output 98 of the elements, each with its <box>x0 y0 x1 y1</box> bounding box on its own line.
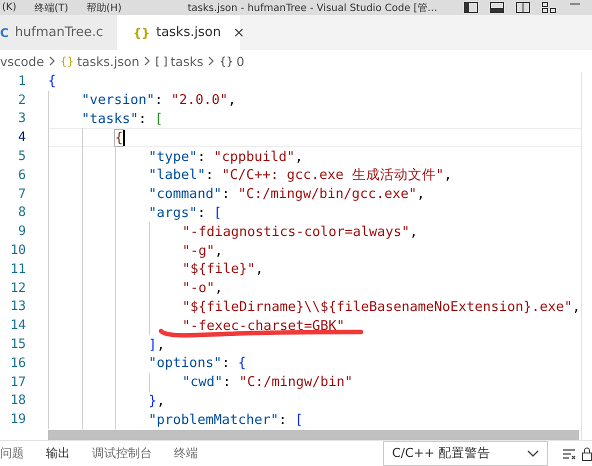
json-key: "options" <box>148 355 222 372</box>
line-number: 10 <box>9 243 26 258</box>
line-number: 9 <box>17 224 26 240</box>
json-string: "C/C++: gcc.exe 生成活动文件" <box>222 166 444 184</box>
bracket-icon: [ ] <box>155 54 168 68</box>
line-number: 19 <box>9 412 26 428</box>
json-key: "command" <box>148 186 222 202</box>
text-cursor <box>123 130 126 146</box>
json-key: "label" <box>148 167 206 184</box>
braces-icon: {} <box>219 54 234 68</box>
menu-item[interactable]: (K) <box>2 2 16 13</box>
json-string: "C:/mingw/bin" <box>238 374 353 390</box>
punctuation: : <box>222 355 230 372</box>
json-string: "-fexec-charset=GBK" <box>182 318 345 334</box>
punctuation: : <box>197 204 206 221</box>
json-key: "version" <box>82 92 155 108</box>
line-number: 14 <box>9 318 26 334</box>
punctuation: , <box>416 186 425 202</box>
line-number: 17 <box>9 374 26 390</box>
output-channel-dropdown[interactable]: C/C++ 配置警告 <box>383 441 548 466</box>
panel-tab[interactable]: 调试控制台 <box>92 445 152 462</box>
punctuation: : <box>154 92 163 108</box>
json-file-icon: {} <box>133 26 150 40</box>
json-key: "problemMatcher" <box>148 412 279 428</box>
line-number: 3 <box>17 111 26 126</box>
window-title: tasks.json - hufmanTree - Visual Studio Code [管… <box>188 2 438 14</box>
json-key: "tasks" <box>82 110 138 127</box>
json-string: "${fileDirname}\\${fileBasenameNoExtension}.exe" <box>182 298 572 315</box>
punctuation: , <box>228 92 236 108</box>
line-number: 13 <box>9 299 26 314</box>
c-file-icon: C <box>0 26 9 40</box>
line-number: 11 <box>9 262 26 277</box>
horizontal-scrollbar[interactable] <box>48 430 579 440</box>
line-number: 5 <box>17 149 26 164</box>
line-number: 2 <box>17 92 26 108</box>
line-number: 8 <box>17 205 26 220</box>
breadcrumb-item[interactable]: tasks <box>170 54 204 68</box>
breadcrumb-item[interactable]: tasks.json <box>77 54 140 68</box>
line-number: 18 <box>9 393 26 408</box>
punctuation: , <box>214 242 223 259</box>
lock-icon[interactable] <box>582 446 592 460</box>
bracket: [ <box>154 110 163 127</box>
clear-list-icon[interactable] <box>562 446 576 460</box>
json-string: "-o" <box>182 280 215 296</box>
line-number: 6 <box>17 168 26 183</box>
breadcrumb-item[interactable]: 0 <box>236 54 244 68</box>
line-number: 1 <box>17 74 26 89</box>
sidebar-layout-icon[interactable] <box>464 2 478 13</box>
bracket: [ <box>214 204 222 221</box>
panel-tab[interactable]: 问题 <box>0 445 24 462</box>
braces-icon: {} <box>60 54 74 68</box>
line-number: 7 <box>17 186 26 202</box>
json-string: "-g" <box>182 242 215 259</box>
line-number: 16 <box>9 356 26 371</box>
punctuation: , <box>214 280 223 296</box>
punctuation: : <box>278 412 287 428</box>
punctuation: : <box>222 186 230 202</box>
editor-tab[interactable]: C hufmanTree.c <box>0 15 117 50</box>
bracket: { <box>238 355 246 372</box>
punctuation: , <box>444 167 452 184</box>
split-layout-icon[interactable] <box>516 2 530 13</box>
json-key: "cwd" <box>182 374 223 390</box>
punctuation: : <box>222 374 231 390</box>
punctuation: , <box>572 298 580 315</box>
menu-item[interactable]: 终端(T) <box>34 0 68 14</box>
punctuation: : <box>205 167 214 184</box>
chevron-icon[interactable] <box>48 56 56 66</box>
bracket: { <box>115 130 124 146</box>
json-string: "2.0.0" <box>170 92 228 108</box>
punctuation: , <box>156 336 165 353</box>
punctuation: : <box>138 110 147 127</box>
line-number: 4 <box>17 130 26 146</box>
json-string: "-fdiagnostics-color=always" <box>182 224 410 240</box>
bracket: } <box>148 392 157 409</box>
line-number: 12 <box>9 280 26 296</box>
punctuation: , <box>410 224 418 240</box>
panel-tab[interactable]: 终端 <box>174 445 198 462</box>
json-key: "type" <box>148 148 198 165</box>
punctuation: : <box>197 148 206 165</box>
menu-item[interactable]: 帮助(H) <box>86 0 122 14</box>
bracket: ] <box>148 336 157 353</box>
json-string: "${file}" <box>182 261 256 278</box>
punctuation: , <box>255 261 264 278</box>
grid-layout-icon[interactable] <box>542 2 556 13</box>
bracket: [ <box>294 412 304 428</box>
chevron-down-icon[interactable] <box>527 450 539 458</box>
panel-tab[interactable]: 输出 <box>46 445 70 462</box>
punctuation: , <box>294 148 304 165</box>
punctuation: , <box>156 392 165 409</box>
breadcrumb-item[interactable]: vscode <box>0 54 44 68</box>
chevron-icon[interactable] <box>207 56 216 66</box>
chevron-icon[interactable] <box>143 56 152 66</box>
json-string: "cppbuild" <box>214 148 295 165</box>
json-key: "args" <box>148 204 198 221</box>
panel-layout-icon[interactable] <box>490 2 504 13</box>
bracket: { <box>48 73 56 90</box>
json-string: "C:/mingw/bin/gcc.exe" <box>238 186 417 202</box>
line-number: 15 <box>9 337 26 352</box>
